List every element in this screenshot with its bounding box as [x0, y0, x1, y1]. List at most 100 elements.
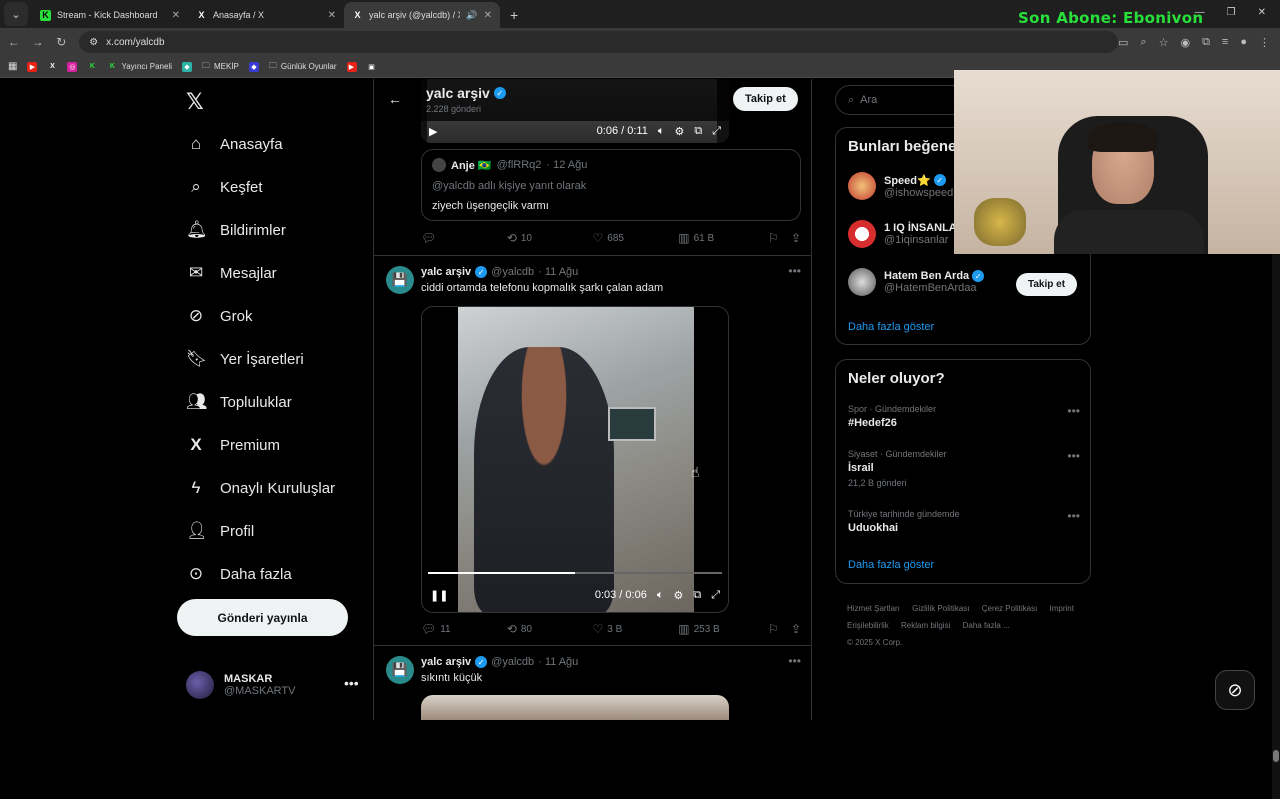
- bookmark-mekip[interactable]: 🗀 MEKİP: [202, 60, 239, 74]
- pause-icon[interactable]: ❚❚: [430, 589, 448, 602]
- reply-button[interactable]: 💬︎ 11: [421, 622, 507, 636]
- nav-item-grok[interactable]: ⊘ Grok: [186, 306, 253, 326]
- close-window-icon[interactable]: ✕: [1258, 7, 1266, 18]
- more-horizontal-icon[interactable]: •••: [788, 264, 801, 278]
- bookmark-yayinci-paneli[interactable]: K Yayıncı Paneli: [107, 62, 172, 72]
- show-more-link[interactable]: Daha fazla göster: [848, 321, 934, 333]
- star-icon[interactable]: ☆: [1159, 36, 1169, 49]
- bookmark-kick[interactable]: K: [87, 62, 97, 72]
- bookmark-youtube[interactable]: ▶: [27, 61, 38, 72]
- nav-item-explore[interactable]: ⌕ Keşfet: [186, 177, 262, 197]
- footer-link[interactable]: Reklam bilgisi: [901, 621, 950, 630]
- x-logo-icon[interactable]: 𝕏: [186, 89, 204, 115]
- bookmark-youtube-2[interactable]: ▶: [346, 61, 357, 72]
- back-arrow-icon[interactable]: ←: [388, 91, 402, 107]
- speaker-icon[interactable]: 🔊: [466, 10, 477, 21]
- cast-icon[interactable]: ▭: [1118, 36, 1128, 49]
- footer-link[interactable]: Çerez Politikası: [982, 604, 1038, 613]
- close-icon[interactable]: ✕: [328, 10, 336, 21]
- footer-link[interactable]: Imprint: [1050, 604, 1074, 613]
- tab-kick-dashboard[interactable]: K Stream - Kick Dashboard ✕: [32, 2, 188, 28]
- tab-search-button[interactable]: ⌄: [4, 2, 28, 26]
- bookmark-gunluk-oyunlar[interactable]: 🗀 Günlük Oyunlar: [269, 60, 337, 74]
- footer-link[interactable]: Gizlilik Politikası: [912, 604, 969, 613]
- show-more-link[interactable]: Daha fazla göster: [848, 559, 934, 571]
- tweet[interactable]: 💾 yalc arşiv ✓ @yalcdb · 11 Ağu ••• sıkı…: [374, 645, 811, 720]
- nav-item-premium[interactable]: X Premium: [186, 435, 280, 455]
- bookmark-button[interactable]: ⚐: [768, 622, 791, 636]
- bookmark-x[interactable]: X: [47, 62, 57, 72]
- grok-floating-button[interactable]: ⊘: [1215, 670, 1255, 710]
- more-horizontal-icon[interactable]: •••: [1067, 449, 1080, 463]
- footer-link[interactable]: Erişilebilirlik: [847, 621, 889, 630]
- minimize-icon[interactable]: —: [1195, 7, 1205, 18]
- reply-button[interactable]: 💬︎: [421, 231, 507, 245]
- footer-link[interactable]: Hizmet Şartları: [847, 604, 900, 613]
- nav-item-notifications[interactable]: 🔔︎ Bildirimler: [186, 220, 286, 240]
- menu-icon[interactable]: ⋮: [1259, 36, 1270, 49]
- suggested-user[interactable]: Hatem Ben Arda ✓ @HatemBenArdaa: [848, 268, 985, 296]
- puzzle-icon[interactable]: ⧉: [1202, 36, 1210, 49]
- more-horizontal-icon[interactable]: •••: [344, 675, 359, 691]
- more-horizontal-icon[interactable]: •••: [1067, 509, 1080, 523]
- views-button[interactable]: ▥ 61 B: [678, 231, 768, 245]
- views-button[interactable]: ▥ 253 B: [678, 622, 768, 636]
- follow-button[interactable]: Takip et: [733, 87, 798, 111]
- nav-item-messages[interactable]: ✉ Mesajlar: [186, 263, 277, 283]
- share-button[interactable]: ⇪: [791, 622, 801, 636]
- restore-icon[interactable]: ❐: [1227, 7, 1236, 18]
- play-icon[interactable]: ▶: [429, 125, 437, 138]
- back-arrow-icon[interactable]: ←: [2, 35, 26, 49]
- fullscreen-icon[interactable]: ⤢: [711, 589, 720, 602]
- scrollbar-thumb[interactable]: [1273, 750, 1279, 762]
- suggested-user[interactable]: Speed⭐ ✓ @ishowspeed: [848, 172, 953, 200]
- settings-icon[interactable]: ⚙: [674, 125, 684, 138]
- more-horizontal-icon[interactable]: •••: [1067, 404, 1080, 418]
- tweet-media-preview[interactable]: [421, 695, 729, 720]
- nav-item-more[interactable]: ⊙ Daha fazla: [186, 564, 292, 584]
- volume-icon[interactable]: 🔈︎: [658, 125, 665, 138]
- follow-button[interactable]: Takip et: [1016, 273, 1078, 296]
- page-scrollbar[interactable]: [1272, 158, 1280, 799]
- pip-icon[interactable]: ⧉: [694, 125, 702, 138]
- suggested-user[interactable]: 1 IQ İNSANLA @1iqinsanlar: [848, 220, 957, 248]
- footer-link[interactable]: Daha fazla ...: [963, 621, 1010, 630]
- video-progress-bar[interactable]: [428, 572, 722, 574]
- like-button[interactable]: ♡ 3 B: [593, 622, 679, 636]
- tab-yalc-arsiv[interactable]: X yalc arşiv (@yalcdb) / X 🔊 ✕: [344, 2, 500, 28]
- post-button[interactable]: Gönderi yayınla: [177, 599, 348, 636]
- bookmark-instagram[interactable]: ◎: [67, 61, 78, 72]
- nav-item-communities[interactable]: 👥︎ Topluluklar: [186, 392, 292, 412]
- tweet[interactable]: 💾 yalc arşiv ✓ @yalcdb · 11 Ağu ••• cidd…: [374, 255, 811, 645]
- close-icon[interactable]: ✕: [172, 10, 180, 21]
- trend-item[interactable]: Spor · Gündemdekiler #Hedef26 •••: [848, 404, 1080, 429]
- bookmark-app-3[interactable]: ▣: [367, 62, 377, 72]
- site-info-icon[interactable]: ⚙: [89, 37, 98, 48]
- bookmark-button[interactable]: ⚐: [768, 231, 791, 245]
- forward-arrow-icon[interactable]: →: [26, 35, 50, 49]
- nav-item-home[interactable]: ⌂ Anasayfa: [186, 134, 283, 154]
- bookmark-app-2[interactable]: ◆: [248, 61, 259, 72]
- repost-button[interactable]: ⟲ 10: [507, 231, 593, 245]
- more-horizontal-icon[interactable]: •••: [788, 654, 801, 668]
- apps-icon[interactable]: ▦: [8, 61, 17, 72]
- nav-item-bookmarks[interactable]: 🔖︎ Yer İşaretleri: [186, 349, 304, 369]
- volume-icon[interactable]: 🔈︎: [657, 589, 664, 602]
- trend-item[interactable]: Siyaset · Gündemdekiler İsrail 21,2 B gö…: [848, 449, 1080, 488]
- zoom-icon[interactable]: ⌕: [1140, 36, 1146, 49]
- pip-icon[interactable]: ⧉: [693, 589, 701, 602]
- share-button[interactable]: ⇪: [791, 231, 801, 245]
- like-button[interactable]: ♡ 685: [593, 231, 679, 245]
- new-tab-button[interactable]: +: [500, 7, 528, 28]
- fullscreen-icon[interactable]: ⤢: [712, 125, 721, 138]
- extension-icon[interactable]: ◉: [1180, 36, 1190, 49]
- account-switcher[interactable]: MASKAR @MASKARTV: [186, 671, 295, 699]
- playlist-icon[interactable]: ≡: [1222, 36, 1228, 49]
- reload-icon[interactable]: ↻: [49, 35, 73, 49]
- profile-icon[interactable]: ●: [1240, 36, 1247, 49]
- settings-icon[interactable]: ⚙: [673, 589, 683, 602]
- close-icon[interactable]: ✕: [484, 10, 492, 21]
- address-bar[interactable]: ⚙ x.com/yalcdb: [79, 31, 1118, 53]
- quoted-reply[interactable]: Anje 🇧🇷 @flRRq2 · 12 Ağu @yalcdb adlı ki…: [421, 149, 801, 221]
- repost-button[interactable]: ⟲ 80: [507, 622, 593, 636]
